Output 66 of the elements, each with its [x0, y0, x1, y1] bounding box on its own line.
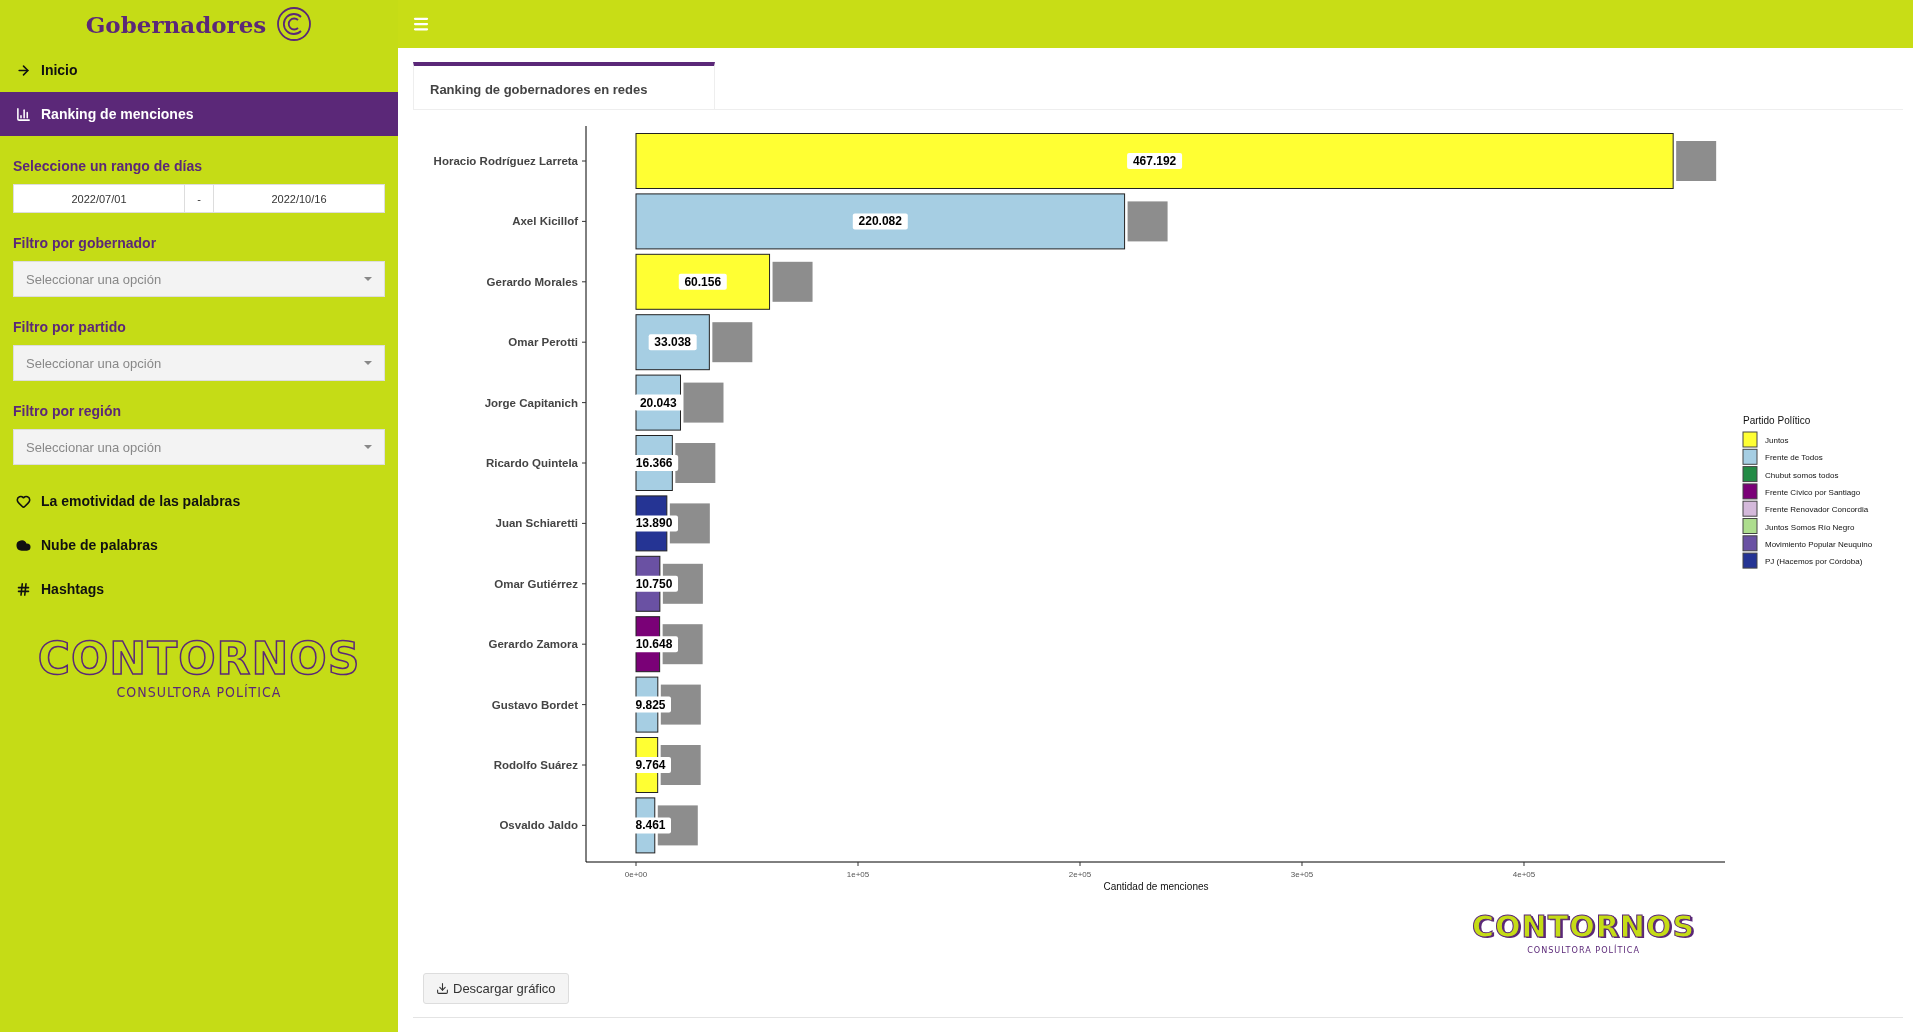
- field-label: Filtro por partido: [13, 319, 127, 335]
- download-icon: [436, 982, 449, 995]
- start-date-input[interactable]: 2022/07/01: [13, 184, 185, 213]
- photo-placeholder: [712, 322, 753, 363]
- legend-label: Movimiento Popular Neuquino: [1765, 539, 1873, 549]
- photo-placeholder: [675, 443, 716, 483]
- category-label: Osvaldo Jaldo: [499, 819, 578, 832]
- tick-label: 1e+05: [846, 870, 870, 879]
- logo-tagline: CONSULTORA POLÍTICA: [1527, 945, 1640, 955]
- nav-icon: [16, 581, 31, 597]
- legend-label: Juntos: [1765, 436, 1789, 445]
- nav-item[interactable]: Inicio: [0, 48, 398, 92]
- nav-icon: [16, 106, 31, 122]
- app-title: Gobernadores: [85, 10, 267, 38]
- axis-title: Cantidad de menciones: [1103, 881, 1209, 892]
- field-label: Filtro por región: [13, 403, 123, 419]
- category-label: Rodolfo Suárez: [493, 759, 578, 771]
- photo-placeholder: [1127, 201, 1168, 242]
- legend-label: Frente Cívico por Santiago: [1765, 487, 1861, 497]
- logo-wordmark: CONTORNOS: [37, 637, 361, 681]
- legend-label: Juntos Somos Río Negro: [1765, 522, 1855, 532]
- category-label: Ricardo Quintela: [485, 457, 578, 469]
- logo-tagline: CONSULTORA POLÍTICA: [116, 684, 282, 700]
- nav-icon: [16, 493, 31, 509]
- legend-label: PJ (Hacemos por Córdoba): [1765, 557, 1863, 567]
- photo-placeholder: [683, 382, 724, 423]
- legend-label: Frente de Todos: [1765, 453, 1823, 463]
- tick-label: 2e+05: [1068, 870, 1092, 879]
- caret-icon: [364, 361, 372, 365]
- category-label: Omar Perotti: [508, 336, 578, 349]
- photo-placeholder: [1676, 141, 1717, 181]
- nav-item[interactable]: Hashtags: [0, 567, 398, 611]
- end-date-input[interactable]: 2022/10/16: [213, 184, 385, 213]
- tab[interactable]: Ranking de gobernadores en redes: [413, 62, 715, 109]
- logo-wordmark: CONTORNOS: [1472, 912, 1695, 942]
- field-label: Filtro por gobernador: [13, 235, 158, 251]
- category-label: Gerardo Morales: [486, 275, 578, 288]
- legend-title: Partido Político: [1743, 415, 1811, 426]
- category-label: Gustavo Bordet: [491, 698, 578, 711]
- brand-logo-icon: [276, 6, 313, 42]
- value-label: 467.192: [1127, 153, 1183, 169]
- caret-icon: [364, 277, 372, 281]
- category-label: Gerardo Zamora: [488, 638, 578, 651]
- nav-item[interactable]: Nube de palabras: [0, 523, 398, 567]
- tick-label: 0e+00: [624, 870, 648, 879]
- download-button[interactable]: Descargar gráfico: [423, 973, 569, 1004]
- menu-icon[interactable]: [412, 15, 430, 33]
- value-label: 33.038: [648, 334, 697, 351]
- range-separator: -: [185, 184, 213, 213]
- tick-label: 3e+05: [1290, 870, 1314, 879]
- nav-icon: [16, 537, 31, 553]
- photo-placeholder: [772, 261, 813, 302]
- legend-label: Chubut somos todos: [1765, 470, 1839, 480]
- nav-item[interactable]: Ranking de menciones: [0, 92, 398, 136]
- category-label: Horacio Rodríguez Larreta: [433, 155, 578, 167]
- category-label: Juan Schiaretti: [495, 517, 578, 530]
- value-label: 220.082: [852, 213, 908, 230]
- category-label: Axel Kicillof: [512, 215, 578, 228]
- nav-icon: [16, 62, 31, 78]
- tick-label: 4e+05: [1512, 870, 1536, 879]
- category-label: Omar Gutiérrez: [494, 577, 578, 590]
- legend-label: Frente Renovador Concordia: [1765, 505, 1869, 515]
- category-label: Jorge Capitanich: [484, 396, 578, 409]
- nav-item[interactable]: La emotividad de las palabras: [0, 479, 398, 523]
- field-label: Seleccione un rango de días: [13, 158, 204, 174]
- caret-icon: [364, 445, 372, 449]
